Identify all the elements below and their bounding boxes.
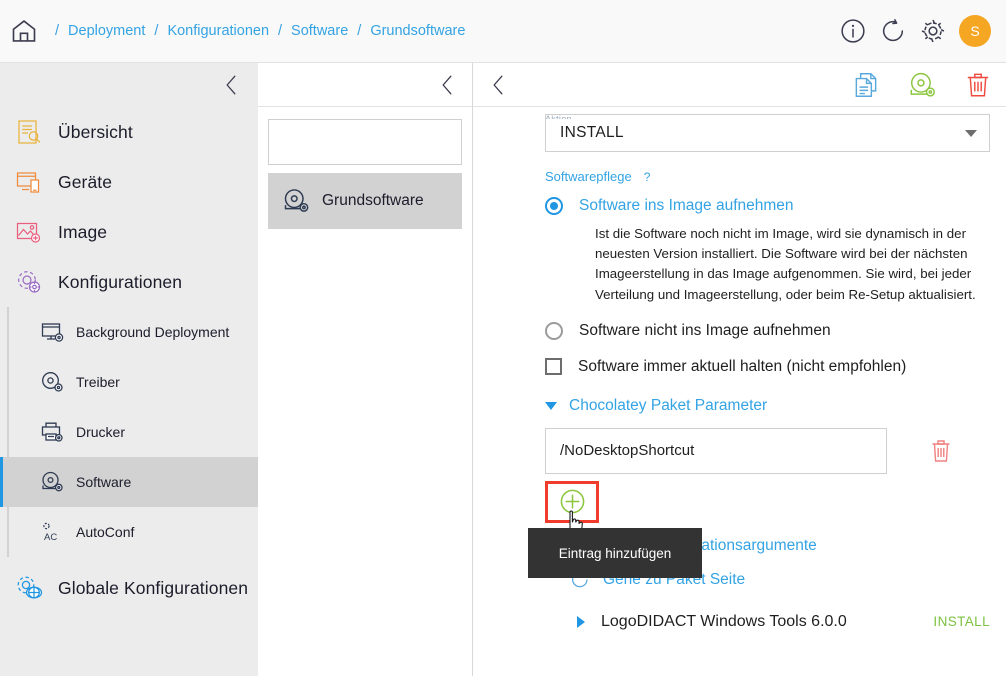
sidebar-subitem-label: Drucker [76,424,126,440]
radio-button[interactable] [545,197,563,215]
overview-icon [18,120,41,144]
breadcrumb-separator: / [357,23,362,39]
help-icon[interactable]: ? [644,170,651,184]
chevron-left-icon [226,75,236,95]
sidebar-item-label: Geräte [58,171,113,192]
option-label: Software ins Image aufnehmen [579,197,794,214]
chocolatey-param-row [545,427,990,474]
breadcrumb-separator: / [278,23,283,39]
svg-text:AC: AC [44,532,57,543]
action-select-label: Aktion [545,114,572,119]
checkbox[interactable] [545,358,562,376]
breadcrumb-link-konfigurationen[interactable]: Konfigurationen [167,23,269,39]
sidebar-item-globale-konfigurationen[interactable]: Globale Konfigurationen [0,563,258,613]
search-input[interactable] [281,133,472,151]
tooltip-eintrag-hinzufuegen: Eintrag hinzufügen [528,528,702,578]
printer-icon [41,422,63,442]
sidebar-item-uebersicht[interactable]: Übersicht [0,107,258,157]
chevron-left-icon [442,75,452,94]
list-item-label: Grundsoftware [322,192,424,209]
option-label: Software immer aktuell halten (nicht emp… [578,357,907,375]
list-panel-collapse-button[interactable] [258,63,472,107]
breadcrumb: / Deployment / Konfigurationen / Softwar… [0,17,465,45]
sidebar-item-treiber[interactable]: Treiber [0,357,258,407]
sidebar-subitem-label: Background Deployment [76,324,230,340]
chocolatey-paket-parameter-toggle[interactable]: Chocolatey Paket Parameter [545,397,990,415]
copy-document-icon[interactable] [851,70,881,100]
top-bar-actions: S [839,15,1006,47]
breadcrumb-separator: / [55,23,60,39]
triangle-down-icon [545,401,557,410]
sidebar-item-drucker[interactable]: Drucker [0,407,258,457]
chocolatey-param-input[interactable] [545,427,887,474]
plus-circle-icon [560,489,584,514]
avatar[interactable]: S [959,15,991,47]
sidebar-subgroup-konfigurationen: Background Deployment Treiber Drucker So… [0,307,258,557]
option-software-ins-image-aufnehmen[interactable]: Software ins Image aufnehmen [545,197,990,215]
search-box[interactable] [268,119,472,165]
home-icon[interactable] [10,17,46,45]
section-title: Softwarepflege [545,169,632,184]
top-bar: / Deployment / Konfigurationen / Softwar… [0,0,1006,63]
sidebar-item-label: Konfigurationen [58,271,183,292]
action-select-value: INSTALL [560,124,624,141]
option-software-immer-aktuell-halten[interactable]: Software immer aktuell halten (nicht emp… [545,358,990,376]
delete-param-button[interactable] [929,438,953,464]
chevron-down-icon [965,129,977,137]
background-deployment-icon [41,323,64,342]
gear-icon[interactable] [919,17,947,45]
chevron-left-icon [493,75,503,94]
option-label: Software nicht ins Image aufnehmen [579,321,831,339]
breadcrumb-separator: / [154,23,159,39]
detail-panel: Aktion INSTALL Softwarepflege ? Software… [473,63,1006,676]
detail-toolbar-actions [851,70,993,100]
package-state-badge: INSTALL [933,614,990,630]
softwarepflege-section-header: Softwarepflege ? [545,169,990,184]
application-window: / Deployment / Konfigurationen / Softwar… [0,0,1006,676]
option-description: Ist die Software noch nicht im Image, wi… [595,226,976,302]
option-software-nicht-ins-image-aufnehmen[interactable]: Software nicht ins Image aufnehmen [545,321,990,340]
driver-icon [42,372,63,392]
breadcrumb-link-grundsoftware[interactable]: Grundsoftware [370,23,465,39]
sidebar-item-background-deployment[interactable]: Background Deployment [0,307,258,357]
sidebar: Übersicht Geräte Image Konfigurationen B… [0,63,258,676]
image-icon [16,222,41,243]
detail-back-button[interactable] [489,74,507,96]
detail-toolbar [473,63,1006,107]
add-entry-button[interactable] [545,480,599,536]
triangle-right-icon[interactable] [577,615,585,628]
sidebar-item-image[interactable]: Image [0,207,258,257]
sidebar-item-konfigurationen[interactable]: Konfigurationen [0,257,258,307]
list-item-grundsoftware[interactable]: Grundsoftware [268,173,462,229]
list-panel: Grundsoftware [258,63,473,676]
sidebar-item-label: Übersicht [58,121,133,142]
breadcrumb-link-deployment[interactable]: Deployment [68,23,145,39]
configurations-icon [18,271,41,293]
breadcrumb-link-software[interactable]: Software [291,23,348,39]
software-disc-icon[interactable] [907,70,937,100]
package-row[interactable]: LogoDIDACT Windows Tools 6.0.0 INSTALL [525,613,990,631]
action-select[interactable]: INSTALL [545,114,990,152]
radio-button[interactable] [545,321,563,340]
sidebar-subitem-label: AutoConf [76,524,135,540]
refresh-icon[interactable] [879,17,907,45]
package-name: LogoDIDACT Windows Tools 6.0.0 [601,612,847,630]
info-icon[interactable] [839,17,867,45]
sidebar-item-label: Image [58,221,108,242]
sidebar-item-geraete[interactable]: Geräte [0,157,258,207]
section-title: Chocolatey Paket Parameter [569,396,768,414]
sidebar-item-software[interactable]: Software [0,457,258,507]
global-config-icon [17,576,43,599]
delete-trash-icon [932,440,950,462]
sidebar-subitem-label: Treiber [76,374,120,390]
sidebar-collapse-button[interactable] [0,63,258,107]
sidebar-item-autoconf[interactable]: AC AutoConf [0,507,258,557]
software-disc-icon [284,189,309,212]
software-disc-icon [42,471,63,492]
delete-trash-icon[interactable] [963,70,993,100]
sidebar-item-label: Globale Konfigurationen [58,577,249,598]
sidebar-subitem-label: Software [76,474,132,490]
autoconf-icon: AC [43,522,57,543]
devices-icon [16,172,40,193]
